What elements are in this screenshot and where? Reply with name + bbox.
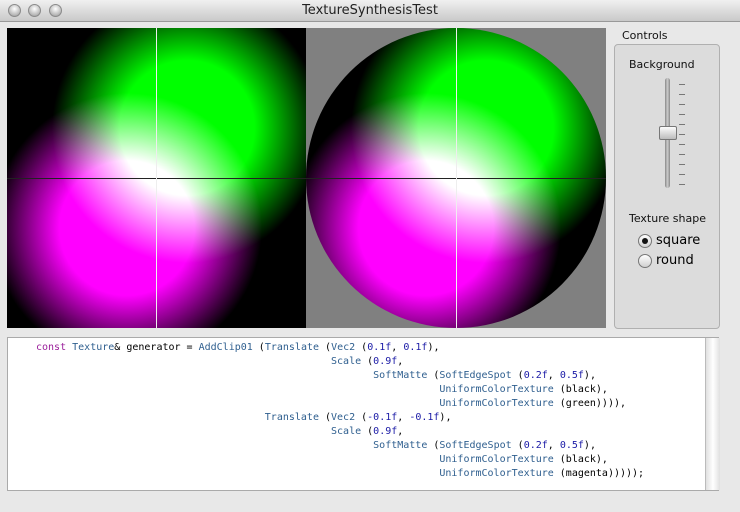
round-radio-label[interactable]: round (656, 253, 694, 268)
slider-tick (679, 154, 685, 155)
background-slider-thumb[interactable] (659, 126, 677, 140)
slider-tick (679, 134, 685, 135)
controls-group-label: Controls (622, 29, 668, 42)
window-title: TextureSynthesisTest (302, 3, 438, 18)
horizontal-crosshair (7, 178, 307, 179)
code-view[interactable]: const Texture& generator = AddClip01 (Tr… (7, 337, 719, 491)
slider-tick (679, 104, 685, 105)
round-texture-preview (306, 28, 606, 328)
square-radio-label[interactable]: square (656, 233, 700, 248)
square-radio[interactable] (638, 234, 652, 248)
slider-tick (679, 184, 685, 185)
slider-tick (679, 144, 685, 145)
slider-tick (679, 164, 685, 165)
square-texture-preview (7, 28, 307, 328)
code-text: const Texture& generator = AddClip01 (Tr… (36, 342, 645, 479)
vertical-crosshair (456, 28, 457, 328)
code-scrollbar[interactable] (705, 338, 720, 490)
vertical-crosshair (156, 28, 157, 328)
texture-shape-label: Texture shape (629, 212, 706, 225)
slider-tick (679, 124, 685, 125)
slider-tick (679, 114, 685, 115)
slider-tick (679, 94, 685, 95)
background-label: Background (629, 58, 695, 71)
round-radio[interactable] (638, 254, 652, 268)
radio-selected-dot (642, 238, 648, 244)
slider-tick (679, 84, 685, 85)
slider-tick (679, 174, 685, 175)
title-bar: TextureSynthesisTest (0, 0, 740, 22)
